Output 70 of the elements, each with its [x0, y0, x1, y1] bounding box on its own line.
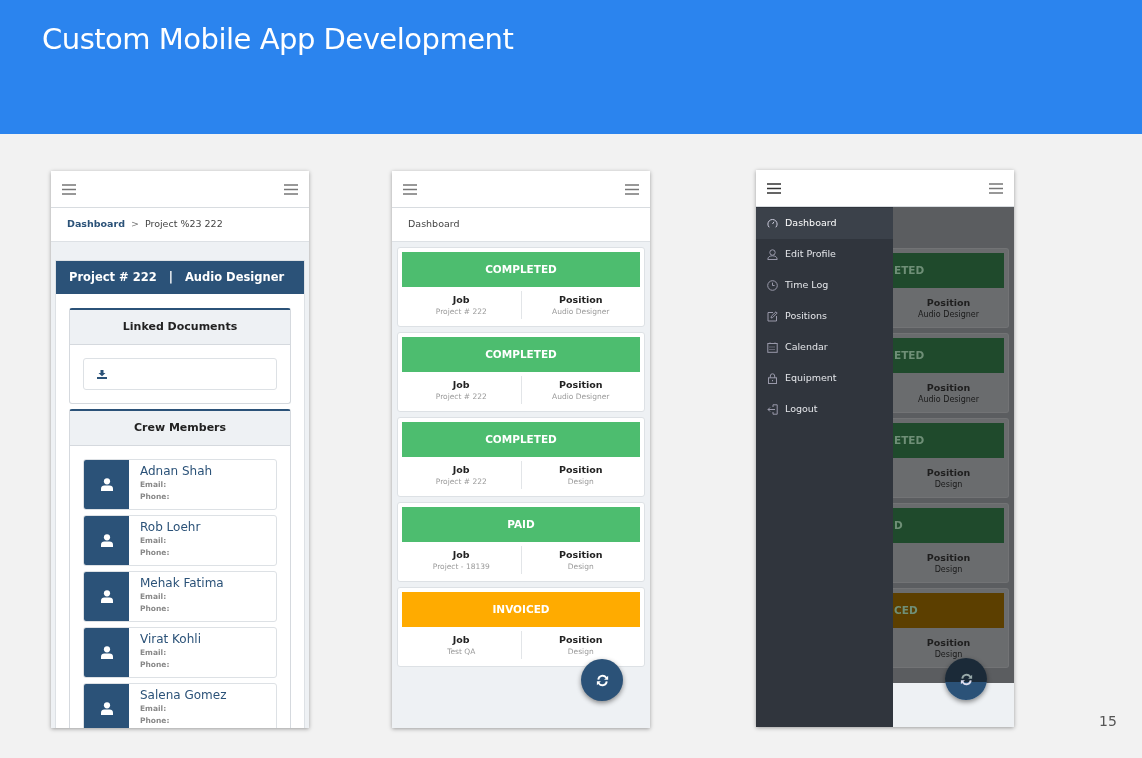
- menu-item[interactable]: Logout: [756, 394, 893, 425]
- refresh-icon: [594, 672, 610, 688]
- job-label: Job: [452, 292, 470, 306]
- slide-title: Custom Mobile App Development: [42, 21, 514, 58]
- status-band: COMPLETED: [402, 422, 640, 457]
- member-name: Rob Loehr: [140, 520, 201, 535]
- status-band: D: [893, 508, 1004, 543]
- card-title: Linked Documents: [122, 318, 238, 335]
- member-name: Salena Gomez: [140, 688, 227, 703]
- user-icon: [100, 590, 113, 603]
- project-header-text: Audio Designer: [184, 268, 285, 286]
- breadcrumb-current: Dashboard: [408, 217, 460, 232]
- user-icon: [767, 249, 778, 260]
- user-icon: [100, 646, 113, 659]
- job-label: Job: [452, 547, 470, 561]
- member-name: Virat Kohli: [140, 632, 201, 647]
- menu-icon[interactable]: [767, 182, 781, 194]
- refresh-icon: [958, 671, 974, 687]
- refresh-button[interactable]: [581, 659, 623, 701]
- job-label: Job: [452, 377, 470, 391]
- status-band: CED: [893, 593, 1004, 628]
- position-value: Design: [934, 478, 963, 490]
- menu-item[interactable]: Edit Profile: [756, 239, 893, 270]
- menu-item[interactable]: Dashboard: [756, 208, 893, 239]
- member-name: Adnan Shah: [140, 464, 213, 479]
- breadcrumb-link[interactable]: Dashboard: [67, 217, 125, 232]
- breadcrumb-current: Project %23 222: [144, 217, 223, 232]
- position-value: Audio Designer: [917, 393, 980, 405]
- member-name: Mehak Fatima: [140, 576, 224, 591]
- position-label: Position: [926, 380, 971, 394]
- lock-icon: [767, 373, 778, 384]
- logout-icon: [767, 404, 778, 415]
- status-band: ETED: [893, 253, 1004, 288]
- position-value: Design: [934, 563, 963, 575]
- user-icon: [100, 534, 113, 547]
- edit-icon: [767, 311, 778, 322]
- position-label: Position: [926, 550, 971, 564]
- menu-item[interactable]: Calendar: [756, 332, 893, 363]
- page-number: 15: [1099, 712, 1117, 731]
- status-band: PAID: [402, 507, 640, 542]
- position-label: Position: [926, 465, 971, 479]
- status-band: COMPLETED: [402, 337, 640, 372]
- project-header-text: Project # 222: [69, 268, 157, 286]
- menu-item[interactable]: Time Log: [756, 270, 893, 301]
- calendar-icon: [767, 342, 778, 353]
- position-label: Position: [559, 292, 603, 306]
- clock-icon: [767, 280, 778, 291]
- card-title: Crew Members: [133, 419, 227, 436]
- position-value: Design: [934, 648, 963, 660]
- position-label: Position: [559, 632, 603, 646]
- project-header-text: |: [168, 268, 173, 286]
- job-label: Job: [452, 632, 470, 646]
- download-icon: [97, 369, 107, 379]
- status-band: ETED: [893, 338, 1004, 373]
- gauge-icon: [767, 218, 778, 229]
- menu-item[interactable]: Equipment: [756, 363, 893, 394]
- job-label: Job: [452, 462, 470, 476]
- status-band: INVOICED: [402, 592, 640, 627]
- breadcrumb-separator: >: [130, 217, 139, 232]
- status-band: COMPLETED: [402, 252, 640, 287]
- position-value: Audio Designer: [917, 308, 980, 320]
- user-icon: [100, 702, 113, 715]
- position-label: Position: [926, 635, 971, 649]
- menu-item[interactable]: Positions: [756, 301, 893, 332]
- status-band: ETED: [893, 423, 1004, 458]
- position-label: Position: [559, 377, 603, 391]
- position-label: Position: [559, 547, 603, 561]
- position-label: Position: [559, 462, 603, 476]
- user-icon: [100, 478, 113, 491]
- position-label: Position: [926, 295, 971, 309]
